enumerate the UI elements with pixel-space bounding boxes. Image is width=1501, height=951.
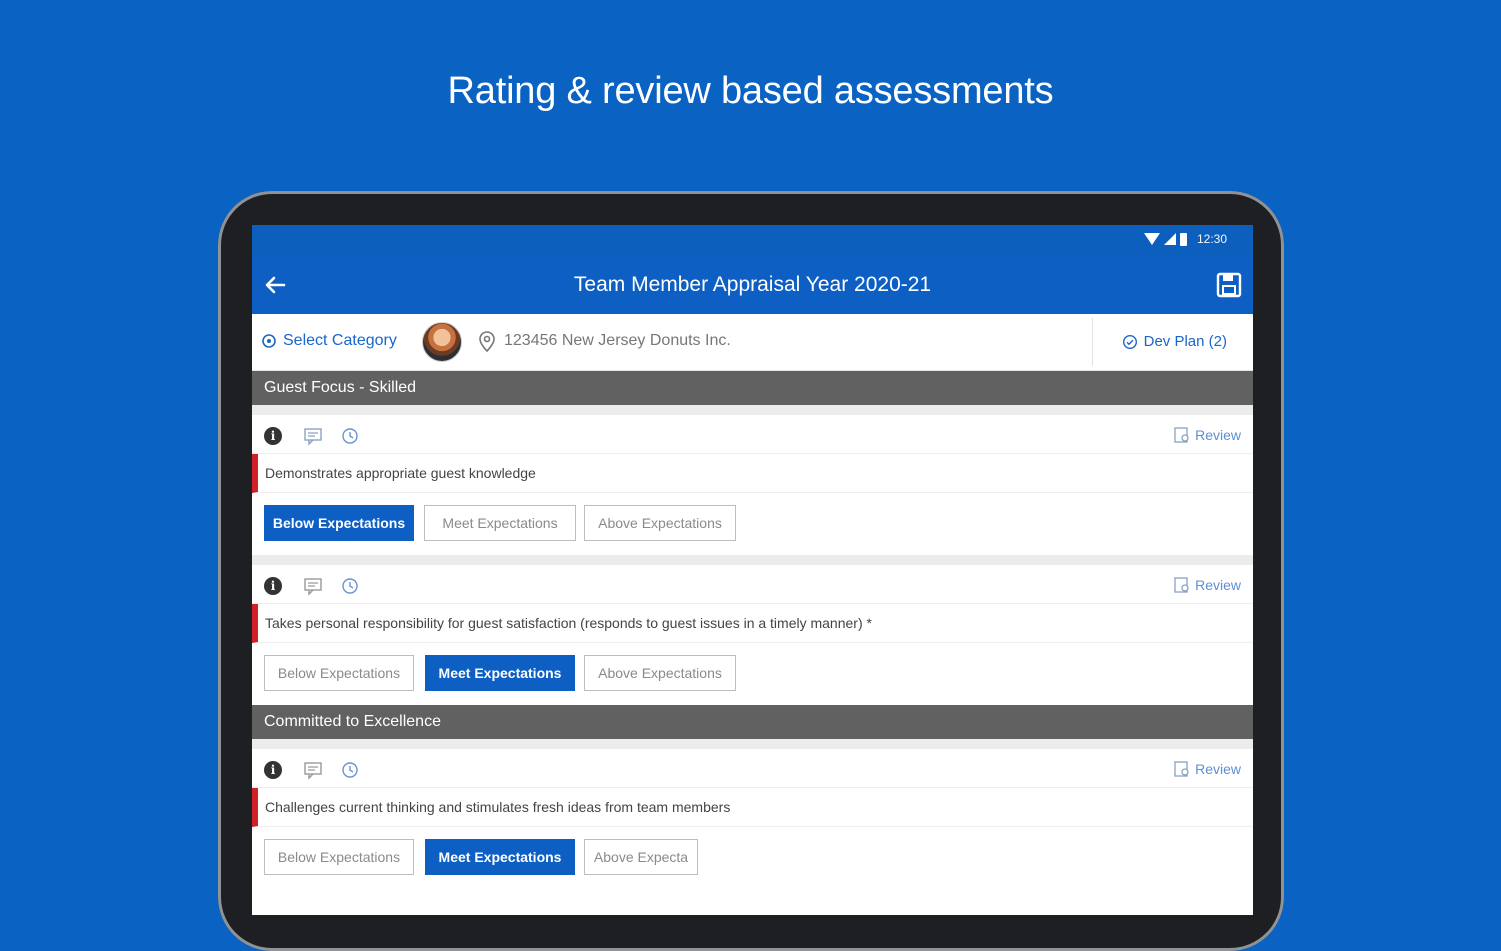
- review-icon: [1174, 761, 1189, 777]
- section-header: Guest Focus - Skilled: [252, 371, 1253, 405]
- cellular-icon: [1163, 233, 1176, 245]
- rating-below-expectations[interactable]: Below Expectations: [264, 839, 414, 875]
- info-icon[interactable]: i: [264, 761, 282, 779]
- item-text: Takes personal responsibility for guest …: [252, 604, 1253, 643]
- location-text: 123456 New Jersey Donuts Inc.: [504, 332, 731, 349]
- rating-meet-expectations[interactable]: Meet Expectations: [425, 655, 575, 691]
- rating-above-expectations[interactable]: Above Expectations: [584, 505, 736, 541]
- dev-plan-button[interactable]: Dev Plan (2): [1122, 333, 1227, 350]
- review-label: Review: [1195, 761, 1241, 777]
- spacer: [252, 555, 1253, 565]
- wifi-icon: [1143, 233, 1160, 245]
- rating-above-expectations[interactable]: Above Expectations: [584, 655, 736, 691]
- app-bar: Team Member Appraisal Year 2020-21: [252, 256, 1253, 314]
- comment-icon[interactable]: [303, 760, 323, 780]
- location-pin-icon: [479, 331, 495, 353]
- history-icon[interactable]: [340, 760, 360, 780]
- save-icon[interactable]: [1215, 271, 1243, 299]
- avatar[interactable]: [422, 322, 462, 362]
- history-icon[interactable]: [340, 426, 360, 446]
- category-icon: [262, 334, 276, 348]
- info-icon[interactable]: i: [264, 427, 282, 445]
- section-header: Committed to Excellence: [252, 705, 1253, 739]
- select-category-button[interactable]: Select Category: [261, 332, 397, 350]
- spacer: [252, 405, 1253, 415]
- page-title: Team Member Appraisal Year 2020-21: [573, 273, 932, 296]
- dev-plan-icon: [1122, 334, 1137, 349]
- review-button[interactable]: Review: [1173, 760, 1241, 778]
- comment-icon[interactable]: [303, 576, 323, 596]
- review-button[interactable]: Review: [1173, 576, 1241, 594]
- rating-group: Below Expectations Meet Expectations Abo…: [252, 827, 1253, 889]
- assessment-item: i Review Takes personal responsibility f…: [252, 565, 1253, 705]
- rating-below-expectations[interactable]: Below Expectations: [264, 655, 414, 691]
- promo-headline: Rating & review based assessments: [447, 70, 1054, 112]
- rating-group: Below Expectations Meet Expectations Abo…: [252, 643, 1253, 705]
- assessment-item: i Review Challenges current thinking and…: [252, 749, 1253, 889]
- review-label: Review: [1195, 577, 1241, 593]
- item-text: Challenges current thinking and stimulat…: [252, 788, 1253, 827]
- review-icon: [1174, 427, 1189, 443]
- review-button[interactable]: Review: [1173, 426, 1241, 444]
- status-time: 12:30: [1196, 232, 1227, 246]
- dev-plan-label: Dev Plan (2): [1143, 333, 1227, 350]
- rating-below-expectations[interactable]: Below Expectations: [264, 505, 414, 541]
- app-screen: 12:30 Team Member Appraisal Year 2020-21…: [252, 225, 1253, 915]
- select-category-label: Select Category: [283, 332, 397, 349]
- status-bar: 12:30: [252, 225, 1253, 256]
- battery-icon: [1179, 232, 1187, 246]
- filter-bar: Select Category 123456 New Jersey Donuts…: [252, 314, 1253, 371]
- rating-meet-expectations[interactable]: Meet Expectations: [424, 505, 576, 541]
- info-icon[interactable]: i: [264, 577, 282, 595]
- review-icon: [1174, 577, 1189, 593]
- rating-above-expectations[interactable]: Above Expecta: [584, 839, 698, 875]
- assessment-item: i Review Demonstrates appropriate guest …: [252, 415, 1253, 555]
- item-text: Demonstrates appropriate guest knowledge: [252, 454, 1253, 493]
- spacer: [252, 739, 1253, 749]
- rating-group: Below Expectations Meet Expectations Abo…: [252, 493, 1253, 555]
- divider: [1092, 318, 1093, 366]
- rating-meet-expectations[interactable]: Meet Expectations: [425, 839, 575, 875]
- comment-icon[interactable]: [303, 426, 323, 446]
- review-label: Review: [1195, 427, 1241, 443]
- history-icon[interactable]: [340, 576, 360, 596]
